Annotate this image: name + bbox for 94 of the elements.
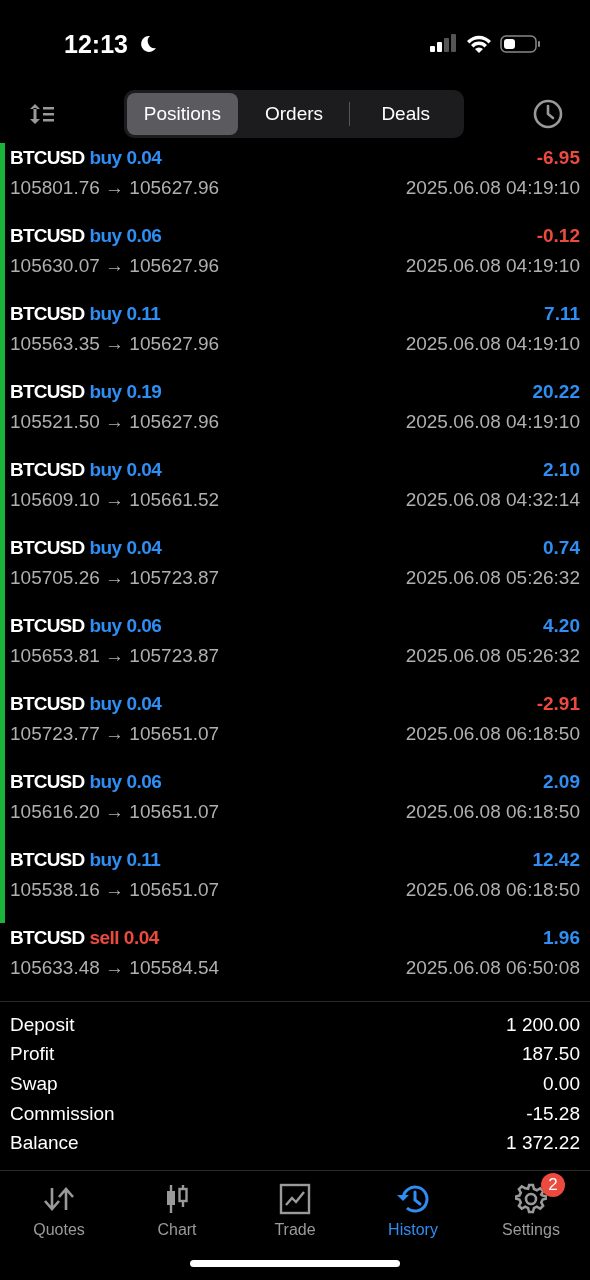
deal-time: 2025.06.08 05:26:32 bbox=[405, 645, 580, 667]
summary-value: 187.50 bbox=[521, 1043, 580, 1066]
deal-symbol: BTCUSD bbox=[10, 771, 85, 793]
notification-badge: 2 bbox=[541, 1172, 565, 1197]
summary-value: 1 200.00 bbox=[506, 1013, 580, 1036]
nav-tab[interactable]: Quotes bbox=[0, 1170, 118, 1241]
deal-symbol: BTCUSD bbox=[10, 693, 85, 715]
deal-symbol: BTCUSD bbox=[10, 381, 85, 403]
deal-profit: 4.20 bbox=[543, 615, 580, 637]
deal-time: 2025.06.08 04:19:10 bbox=[405, 411, 580, 433]
nav-tab[interactable]: 2 Settings bbox=[472, 1170, 590, 1241]
deal-time: 2025.06.08 04:32:14 bbox=[405, 489, 580, 511]
deal-type: buy 0.06 bbox=[89, 225, 162, 247]
deal-symbol: BTCUSD bbox=[10, 147, 85, 169]
deal-profit: -0.12 bbox=[536, 225, 580, 247]
deal-type: buy 0.19 bbox=[89, 381, 162, 403]
nav-tab[interactable]: Trade bbox=[236, 1170, 354, 1241]
deal-profit: 7.11 bbox=[544, 303, 580, 325]
deal-prices: 105616.20 → 105651.07 bbox=[10, 801, 220, 823]
summary-value: -15.28 bbox=[526, 1102, 580, 1125]
deal-type: buy 0.11 bbox=[89, 303, 161, 325]
deal-profit: 1.96 bbox=[543, 927, 580, 949]
deal-row[interactable]: BTCUSD buy 0.04 0.74 105705.26 → 105723.87 2025.06.08 05:26:32 bbox=[5, 533, 590, 611]
deal-type: buy 0.11 bbox=[89, 849, 161, 871]
deal-profit: 12.42 bbox=[532, 849, 580, 871]
deal-symbol: BTCUSD bbox=[10, 225, 85, 247]
deal-row[interactable]: BTCUSD buy 0.04 -6.95 105801.76 → 105627.96 2025.06.08 04:19:10 bbox=[5, 143, 590, 221]
deal-type: buy 0.06 bbox=[89, 615, 162, 637]
summary-label: Commission bbox=[10, 1102, 115, 1125]
deal-time: 2025.06.08 04:19:10 bbox=[405, 255, 580, 277]
deal-row[interactable]: BTCUSD buy 0.06 -0.12 105630.07 → 105627.96 2025.06.08 04:19:10 bbox=[5, 221, 590, 299]
summary-label: Swap bbox=[10, 1073, 58, 1095]
deal-time: 2025.06.08 04:19:10 bbox=[405, 177, 580, 199]
deal-profit: 2.09 bbox=[543, 771, 580, 793]
battery-icon bbox=[500, 34, 542, 54]
summary-value: 0.00 bbox=[543, 1073, 580, 1095]
deal-symbol: BTCUSD bbox=[10, 303, 85, 325]
summary-label: Deposit bbox=[10, 1013, 75, 1036]
deal-prices: 105563.35 → 105627.96 bbox=[10, 333, 220, 355]
deal-type: buy 0.04 bbox=[89, 537, 162, 559]
deal-time: 2025.06.08 06:18:50 bbox=[405, 879, 580, 901]
deal-symbol: BTCUSD bbox=[10, 459, 85, 481]
deal-type: sell 0.04 bbox=[89, 927, 159, 949]
status-time: 12:13 bbox=[64, 29, 128, 59]
nav-tab[interactable]: History bbox=[354, 1170, 472, 1241]
tab[interactable]: Positions bbox=[127, 93, 238, 135]
deal-time: 2025.06.08 06:18:50 bbox=[405, 723, 580, 745]
tab[interactable]: Orders bbox=[238, 93, 350, 135]
deal-type: buy 0.04 bbox=[89, 459, 162, 481]
deal-time: 2025.06.08 04:19:10 bbox=[405, 333, 580, 355]
signal-icon bbox=[430, 34, 458, 54]
deal-time: 2025.06.08 06:50:08 bbox=[405, 957, 580, 979]
deal-row[interactable]: BTCUSD buy 0.04 2.10 105609.10 → 105661.52 2025.06.08 04:32:14 bbox=[5, 455, 590, 533]
deal-symbol: BTCUSD bbox=[10, 615, 85, 637]
deal-profit: -2.91 bbox=[536, 693, 580, 715]
deal-row[interactable]: BTCUSD buy 0.11 7.11 105563.35 → 105627.96 2025.06.08 04:19:10 bbox=[5, 299, 590, 377]
candlestick-icon bbox=[164, 1182, 190, 1215]
deal-profit: -6.95 bbox=[536, 147, 580, 169]
deal-row[interactable]: BTCUSD buy 0.11 12.42 105538.16 → 105651.07 2025.06.08 06:18:50 bbox=[5, 845, 590, 923]
nav-tab[interactable]: Chart bbox=[118, 1170, 236, 1241]
summary-label: Balance bbox=[10, 1132, 79, 1155]
deal-row[interactable]: BTCUSD buy 0.04 -2.91 105723.77 → 105651.07 2025.06.08 06:18:50 bbox=[5, 689, 590, 767]
sort-icon[interactable] bbox=[28, 102, 56, 126]
deal-prices: 105723.77 → 105651.07 bbox=[10, 723, 220, 745]
deal-type: buy 0.04 bbox=[89, 147, 162, 169]
deal-prices: 105705.26 → 105723.87 bbox=[10, 567, 220, 589]
deal-row[interactable]: BTCUSD buy 0.06 2.09 105616.20 → 105651.07 2025.06.08 06:18:50 bbox=[5, 767, 590, 845]
clock-icon[interactable] bbox=[532, 98, 564, 130]
deal-row[interactable]: BTCUSD buy 0.19 20.22 105521.50 → 105627.96 2025.06.08 04:19:10 bbox=[5, 377, 590, 455]
deal-time: 2025.06.08 06:18:50 bbox=[405, 801, 580, 823]
line-chart-icon bbox=[279, 1182, 311, 1215]
deal-prices: 105630.07 → 105627.96 bbox=[10, 255, 220, 277]
tab[interactable]: Deals bbox=[350, 93, 461, 135]
deal-prices: 105538.16 → 105651.07 bbox=[10, 879, 220, 901]
deal-prices: 105633.48 → 105584.54 bbox=[10, 957, 220, 979]
deal-profit: 20.22 bbox=[532, 381, 580, 403]
deal-symbol: BTCUSD bbox=[10, 537, 85, 559]
deal-prices: 105609.10 → 105661.52 bbox=[10, 489, 220, 511]
summary-value: 1 372.22 bbox=[506, 1132, 580, 1155]
deal-type: buy 0.04 bbox=[89, 693, 162, 715]
deal-profit: 0.74 bbox=[543, 537, 580, 559]
deal-symbol: BTCUSD bbox=[10, 849, 85, 871]
deal-profit: 2.10 bbox=[543, 459, 580, 481]
deal-time: 2025.06.08 05:26:32 bbox=[405, 567, 580, 589]
deal-prices: 105801.76 → 105627.96 bbox=[10, 177, 220, 199]
deal-row[interactable]: BTCUSD sell 0.04 1.96 105633.48 → 105584.54 2025.06.08 06:50:08 bbox=[5, 923, 590, 1001]
deal-prices: 105521.50 → 105627.96 bbox=[10, 411, 220, 433]
deal-symbol: BTCUSD bbox=[10, 927, 85, 949]
summary-label: Profit bbox=[10, 1043, 55, 1066]
deal-row[interactable]: BTCUSD buy 0.06 4.20 105653.81 → 105723.87 2025.06.08 05:26:32 bbox=[5, 611, 590, 689]
wifi-icon bbox=[466, 34, 492, 54]
deal-prices: 105653.81 → 105723.87 bbox=[10, 645, 220, 667]
settings-icon bbox=[515, 1182, 547, 1215]
deal-type: buy 0.06 bbox=[89, 771, 162, 793]
